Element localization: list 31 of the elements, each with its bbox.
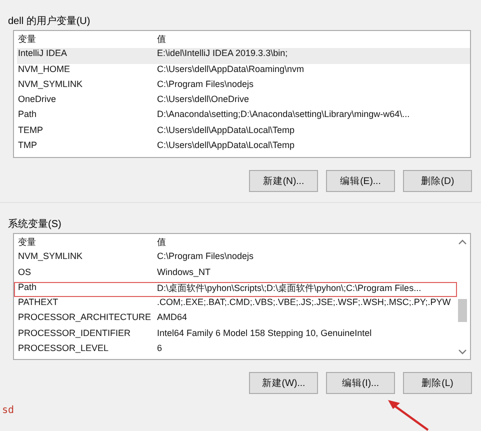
scroll-up-icon[interactable] xyxy=(458,239,466,245)
dialog-button[interactable]: 编辑(I)... xyxy=(326,372,395,394)
variable-row[interactable]: IntelliJ IDEA E:\idel\IntelliJ IDEA 2019.3.3\bin; xyxy=(17,48,470,64)
highlighted-row[interactable]: Path D:\桌面软件\pyhon\Scripts\;D:\桌面软件\pyhon\;C:\Program Files... xyxy=(14,282,457,298)
variable-row[interactable]: NVM_HOME C:\Users\dell\AppData\Roaming\nvm xyxy=(17,64,470,79)
variable-row[interactable]: NVM_SYMLINK C:\Program Files\nodejs xyxy=(17,78,470,94)
variable-row[interactable]: OneDrive C:\Users\dell\OneDrive xyxy=(17,94,470,110)
note-text: sd xyxy=(2,405,14,416)
variable-row[interactable]: PROCESSOR_ARCHITECTURE AMD64 xyxy=(17,312,455,328)
column-header[interactable]: 变量 xyxy=(17,236,157,252)
scrollbar-thumb[interactable] xyxy=(458,299,466,322)
variable-row[interactable]: TEMP C:\Users\dell\AppData\Local\Temp xyxy=(17,124,470,140)
variable-row[interactable]: NVM_SYMLINK C:\Program Files\nodejs xyxy=(17,251,455,267)
column-header[interactable]: 值 xyxy=(157,236,455,252)
dialog-button[interactable]: 删除(L) xyxy=(403,372,472,394)
variable-row[interactable]: PROCESSOR_IDENTIFIER Intel64 Family 6 Model 158 Stepping 10, GenuineIntel xyxy=(17,328,455,344)
variable-row[interactable]: PROCESSOR_LEVEL 6 xyxy=(17,343,455,358)
arrow-annotation xyxy=(386,398,431,431)
variable-row[interactable]: TMP C:\Users\dell\AppData\Local\Temp xyxy=(17,140,470,156)
group-title: dell 的用户变量(U) xyxy=(8,14,92,29)
variable-row[interactable]: Path D:\Anaconda\setting;D:\Anaconda\setting\Library\mingw-w64\... xyxy=(17,109,470,125)
dialog-button[interactable]: 编辑(E)... xyxy=(326,170,395,192)
dialog-button[interactable]: 删除(D) xyxy=(403,170,472,192)
column-header[interactable]: 变量 xyxy=(17,33,157,48)
variable-row[interactable]: OS Windows_NT xyxy=(17,266,455,282)
scroll-down-icon[interactable] xyxy=(458,349,466,355)
group-title: 系统变量(S) xyxy=(8,218,62,232)
dialog-button[interactable]: 新建(W)... xyxy=(249,372,318,394)
variable-row[interactable]: PATHEXT .COM;.EXE;.BAT;.CMD;.VBS;.VBE;.JS;.JSE;.WSF;.WSH;.MSC;.PY;.PYW xyxy=(17,297,455,312)
dialog-button[interactable]: 新建(N)... xyxy=(249,170,318,192)
column-header[interactable]: 值 xyxy=(157,33,470,48)
